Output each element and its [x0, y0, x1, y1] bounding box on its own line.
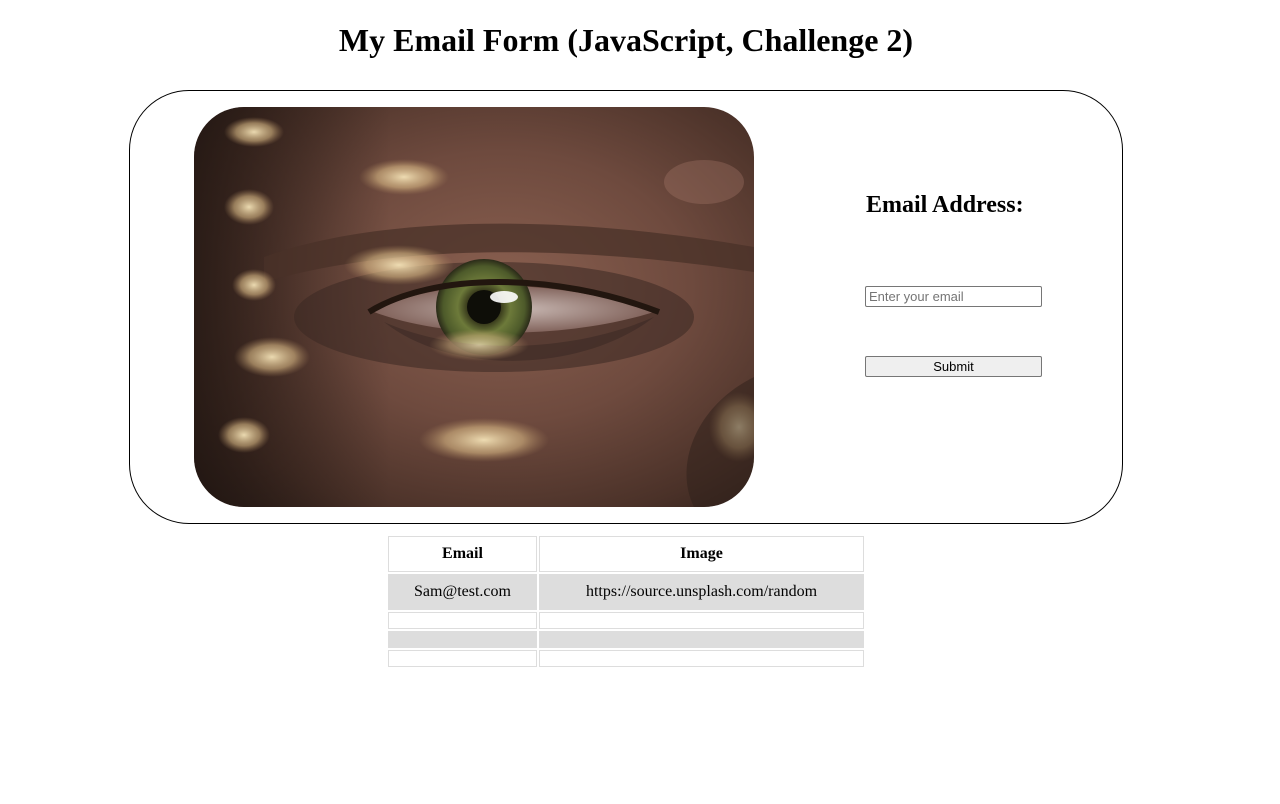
- email-cell: [388, 631, 537, 648]
- table-header-row: Email Image: [388, 536, 864, 572]
- email-table: Email Image Sam@test.com https://source.…: [386, 534, 866, 669]
- image-cell: [539, 631, 864, 648]
- email-cell: [388, 612, 537, 629]
- table-row: [388, 631, 864, 648]
- column-header-email: Email: [388, 536, 537, 572]
- table-row: [388, 650, 864, 667]
- column-header-image: Image: [539, 536, 864, 572]
- table-row: Sam@test.com https://source.unsplash.com…: [388, 574, 864, 610]
- table-row: [388, 612, 864, 629]
- submit-button[interactable]: Submit: [865, 356, 1042, 377]
- image-cell: [539, 612, 864, 629]
- page-title: My Email Form (JavaScript, Challenge 2): [338, 22, 914, 58]
- email-address-label: Email Address:: [866, 192, 1024, 218]
- image-cell: https://source.unsplash.com/random: [539, 574, 864, 610]
- image-cell: [539, 650, 864, 667]
- email-cell: Sam@test.com: [388, 574, 537, 610]
- email-input[interactable]: [865, 286, 1042, 307]
- email-cell: [388, 650, 537, 667]
- eye-photo: [194, 107, 754, 507]
- email-form-card: Email Address: Submit: [129, 90, 1123, 524]
